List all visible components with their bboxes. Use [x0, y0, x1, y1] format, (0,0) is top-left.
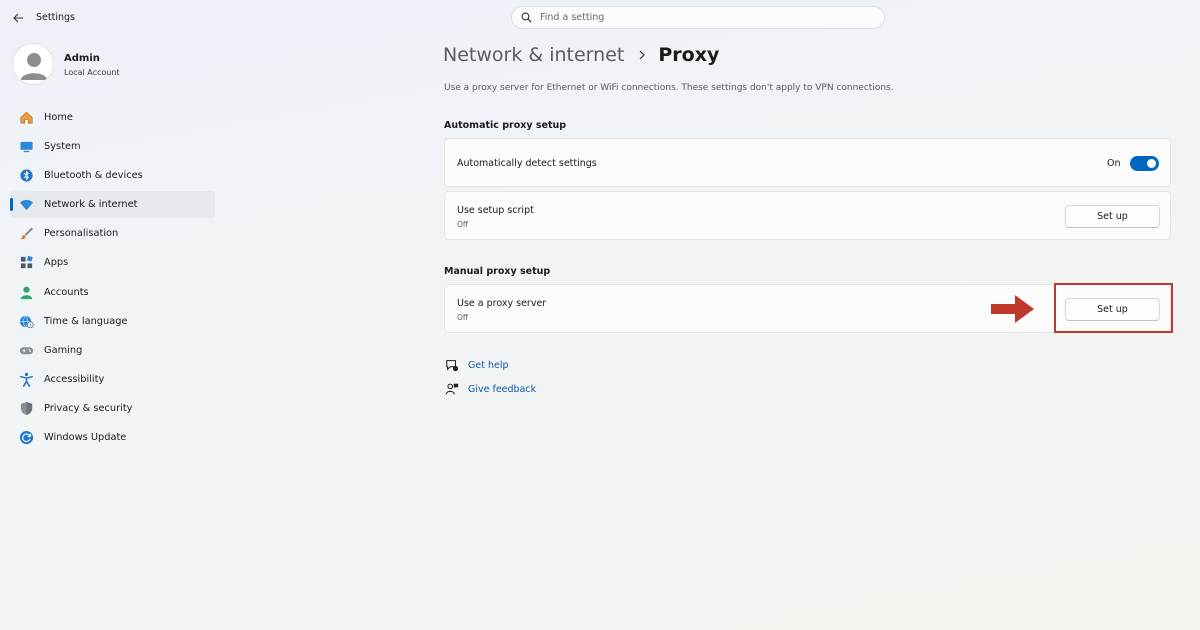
breadcrumb-parent[interactable]: Network & internet [443, 44, 624, 66]
system-icon [18, 139, 34, 155]
globe-clock-icon [18, 313, 34, 329]
sidebar-item-personalisation[interactable]: Personalisation [10, 220, 215, 247]
sidebar-item-accessibility[interactable]: Accessibility [10, 366, 215, 393]
chevron-right-icon [638, 50, 646, 60]
update-icon [18, 430, 34, 446]
auto-detect-card: Automatically detect settings On [444, 138, 1171, 187]
app-title: Settings [36, 12, 75, 23]
sidebar-item-time-language[interactable]: Time & language [10, 308, 215, 335]
automatic-proxy-section-title: Automatic proxy setup [444, 120, 567, 131]
back-button[interactable] [8, 9, 28, 27]
auto-detect-label: Automatically detect settings [457, 158, 597, 169]
toggle-knob [1147, 159, 1156, 168]
sidebar-item-label: System [44, 141, 81, 153]
avatar [12, 43, 54, 85]
profile-card[interactable]: Admin Local Account [12, 43, 212, 85]
sidebar-item-label: Accessibility [44, 373, 105, 385]
proxy-server-label: Use a proxy server [457, 298, 547, 309]
accounts-icon [18, 284, 34, 300]
setup-script-label: Use setup script [457, 205, 534, 216]
feedback-icon [444, 381, 460, 397]
user-icon [21, 53, 47, 80]
title-bar: Settings [0, 0, 1200, 36]
page-description: Use a proxy server for Ethernet or WiFi … [444, 83, 894, 93]
get-help-label[interactable]: Get help [468, 360, 509, 371]
annotation-arrow-icon [991, 295, 1034, 323]
proxy-server-state: Off [457, 313, 469, 322]
manual-proxy-section-title: Manual proxy setup [444, 266, 551, 277]
sidebar-item-label: Bluetooth & devices [44, 170, 143, 182]
auto-detect-state: On [1107, 158, 1121, 169]
sidebar-item-label: Apps [44, 257, 69, 269]
sidebar-item-home[interactable]: Home [10, 104, 215, 131]
setup-script-button[interactable]: Set up [1065, 205, 1160, 228]
page-title: Proxy [658, 44, 720, 66]
wifi-icon [18, 197, 34, 213]
sidebar-item-label: Accounts [44, 286, 89, 298]
profile-name: Admin [64, 53, 100, 64]
get-help-link[interactable]: Get help [444, 357, 509, 373]
search-icon [521, 12, 532, 23]
setup-script-state: Off [457, 220, 469, 229]
apps-icon [18, 255, 34, 271]
sidebar-item-label: Gaming [44, 344, 83, 356]
sidebar-nav: Home System Bluetooth & devices Network … [10, 104, 215, 453]
setup-script-card: Use setup script Off Set up [444, 191, 1171, 240]
accessibility-icon [18, 371, 34, 387]
back-arrow-icon [12, 13, 23, 23]
bluetooth-icon [18, 168, 34, 184]
shield-icon [18, 400, 34, 416]
help-chat-icon [444, 357, 460, 373]
sidebar-item-apps[interactable]: Apps [10, 249, 215, 276]
sidebar-item-system[interactable]: System [10, 133, 215, 160]
sidebar-item-windows-update[interactable]: Windows Update [10, 424, 215, 451]
sidebar-item-label: Personalisation [44, 228, 119, 240]
gamepad-icon [18, 342, 34, 358]
give-feedback-label[interactable]: Give feedback [468, 384, 536, 395]
give-feedback-link[interactable]: Give feedback [444, 381, 536, 397]
annotation-highlight-box [1054, 283, 1173, 333]
sidebar-item-label: Home [44, 112, 73, 123]
sidebar-item-label: Time & language [44, 315, 128, 327]
auto-detect-toggle[interactable] [1130, 156, 1159, 171]
search-input[interactable] [540, 12, 860, 23]
sidebar-item-accounts[interactable]: Accounts [10, 279, 215, 306]
sidebar-item-bluetooth[interactable]: Bluetooth & devices [10, 162, 215, 189]
home-icon [18, 110, 34, 126]
sidebar-item-label: Privacy & security [44, 402, 133, 414]
sidebar-item-network[interactable]: Network & internet [10, 191, 215, 219]
sidebar-item-label: Network & internet [44, 199, 138, 211]
brush-icon [18, 226, 34, 242]
breadcrumb: Network & internet Proxy [443, 44, 719, 66]
search-box[interactable] [511, 6, 885, 29]
sidebar-item-privacy-security[interactable]: Privacy & security [10, 395, 215, 422]
sidebar-item-gaming[interactable]: Gaming [10, 337, 215, 364]
sidebar-item-label: Windows Update [44, 432, 127, 444]
profile-account-type: Local Account [64, 68, 120, 77]
